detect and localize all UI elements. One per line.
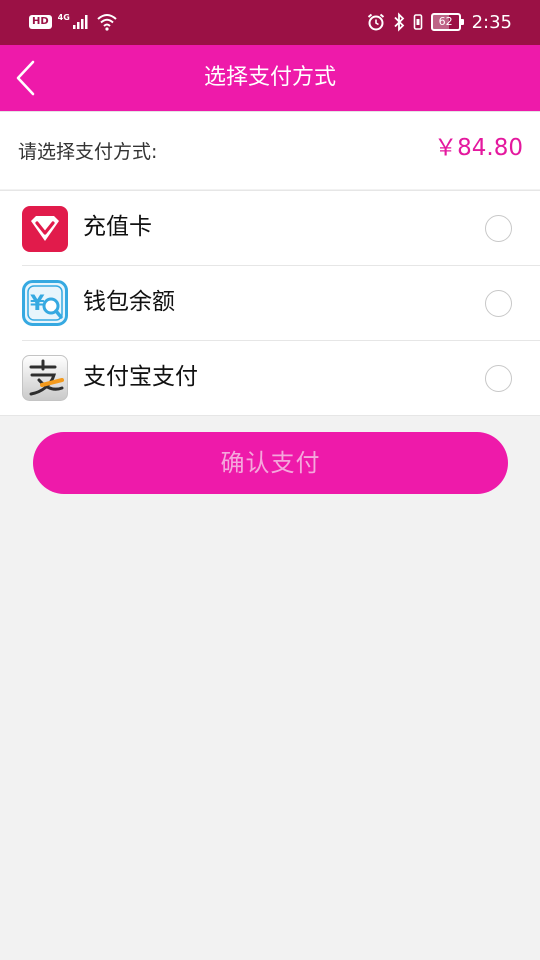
- signal-icon: [72, 15, 88, 29]
- network-type-label: 4G: [57, 12, 70, 22]
- hd-icon: HD: [29, 15, 52, 29]
- confirm-payment-button[interactable]: 确认支付: [33, 432, 508, 494]
- battery-level: 62: [438, 15, 453, 28]
- battery-icon: 62: [430, 13, 464, 31]
- status-time: 2:35: [471, 11, 512, 33]
- radio-alipay[interactable]: [485, 365, 512, 392]
- alarm-icon: [367, 13, 384, 31]
- method-label-wallet-balance: 钱包余额: [83, 289, 175, 315]
- radio-wallet-balance[interactable]: [485, 290, 512, 317]
- payment-method-list: 充值卡 ¥ 钱包余额 支付宝支付: [0, 190, 540, 416]
- method-label-recharge-card: 充值卡: [83, 214, 152, 240]
- vibrate-icon: [413, 14, 422, 30]
- page-title: 选择支付方式: [203, 65, 336, 90]
- amount-row: 请选择支付方式: ￥84.80: [0, 111, 540, 189]
- payment-method-recharge-card[interactable]: 充值卡: [0, 191, 540, 266]
- wallet-balance-icon: ¥: [22, 280, 68, 326]
- radio-recharge-card[interactable]: [485, 215, 512, 242]
- select-method-label: 请选择支付方式:: [18, 141, 158, 163]
- svg-text:¥: ¥: [30, 291, 45, 315]
- bluetooth-icon: [393, 12, 404, 32]
- status-bar-left: HD 4G: [29, 12, 118, 32]
- status-bar: HD 4G 62 2:35: [0, 0, 540, 45]
- payment-method-wallet-balance[interactable]: ¥ 钱包余额: [0, 266, 540, 341]
- recharge-card-icon: [22, 206, 68, 252]
- wifi-icon: [97, 14, 117, 31]
- method-label-alipay: 支付宝支付: [83, 364, 198, 390]
- app-header: 选择支付方式: [0, 45, 540, 111]
- status-bar-right: 62 2:35: [366, 11, 512, 33]
- alipay-icon: [22, 355, 68, 401]
- payment-method-alipay[interactable]: 支付宝支付: [0, 341, 540, 416]
- payment-amount: ￥84.80: [434, 135, 523, 161]
